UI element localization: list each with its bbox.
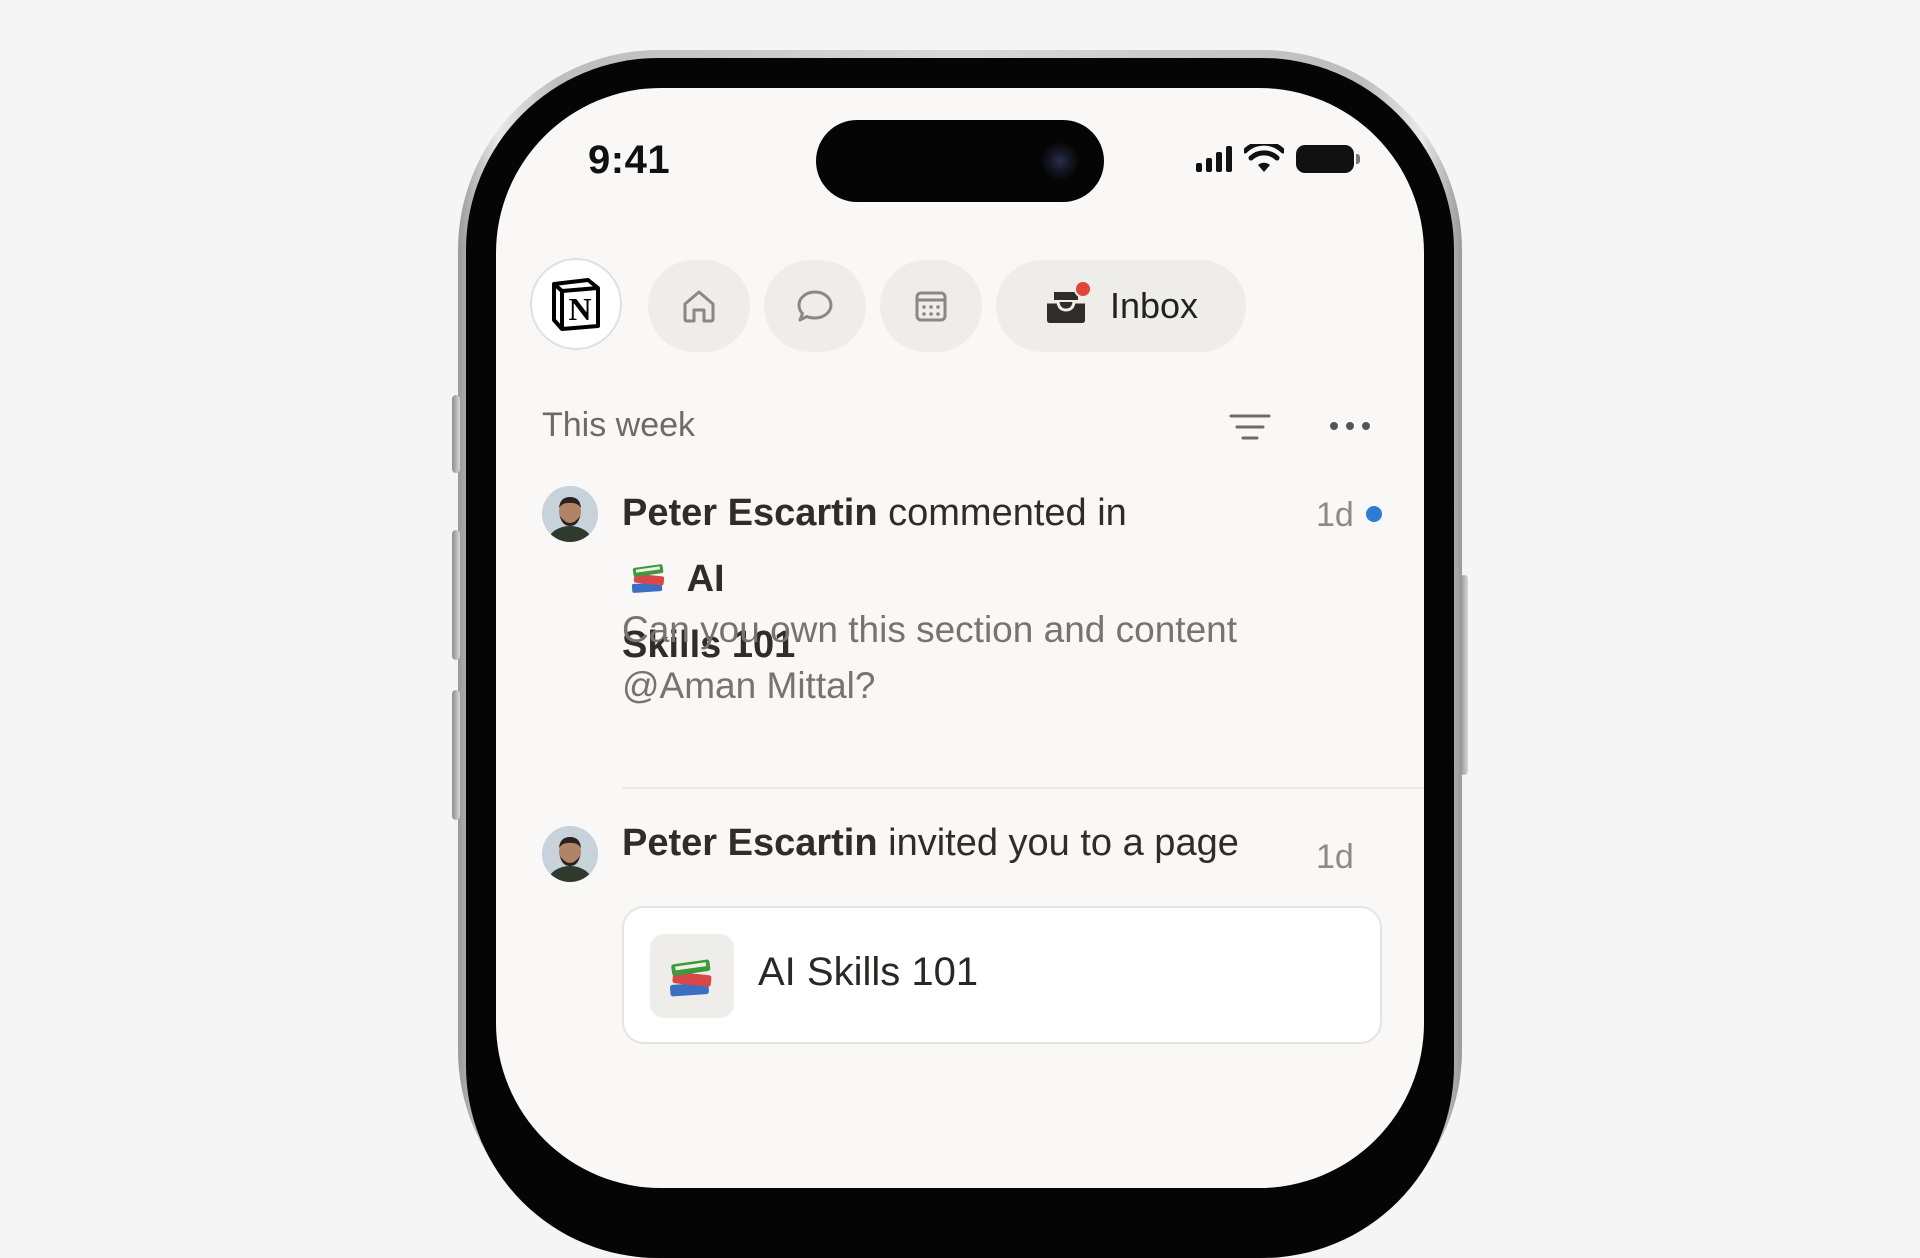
inbox-tab[interactable]: Inbox	[996, 260, 1246, 352]
wifi-icon	[1244, 144, 1284, 172]
actor-name: Peter Escartin	[622, 822, 878, 864]
avatar	[542, 826, 598, 882]
cellular-signal-icon	[1196, 146, 1232, 172]
chat-tab[interactable]	[764, 260, 866, 352]
battery-icon	[1296, 145, 1360, 173]
filter-icon	[1229, 414, 1271, 440]
page-card-title: AI Skills 101	[758, 950, 979, 994]
notification-time: 1d	[1316, 496, 1354, 534]
power-button	[1460, 575, 1468, 775]
comment-line-1: Can you own this section and content	[622, 609, 1237, 650]
filter-button[interactable]	[1228, 410, 1272, 451]
volume-up-button	[452, 530, 460, 660]
calendar-tab[interactable]	[880, 260, 982, 352]
workspace-logo-button[interactable]: N	[530, 258, 622, 350]
top-navigation: N Inbox	[530, 258, 1390, 354]
notification-time: 1d	[1316, 838, 1354, 876]
page-name[interactable]: AI	[687, 558, 725, 600]
books-emoji-icon	[631, 564, 665, 593]
dynamic-island	[816, 120, 1104, 202]
page-card[interactable]: AI Skills 101	[622, 906, 1382, 1044]
comment-text: Can you own this section and content @Am…	[622, 602, 1342, 714]
inbox-tray-icon	[1044, 280, 1092, 326]
notification-title: Peter Escartin invited you to a page	[622, 810, 1302, 876]
status-icons	[1196, 144, 1360, 174]
notification-action: commented in	[888, 492, 1127, 534]
home-tab[interactable]	[648, 260, 750, 352]
logo-letter: N	[568, 291, 591, 327]
volume-down-button	[452, 690, 460, 820]
front-camera	[1042, 143, 1078, 179]
notion-logo-icon: N	[552, 278, 600, 331]
comment-line-2: @Aman Mittal?	[622, 665, 876, 706]
home-icon	[683, 290, 715, 323]
avatar	[542, 486, 598, 542]
section-title: This week	[542, 406, 696, 444]
section-header: This week	[542, 398, 1382, 458]
notification-action: invited you to a page	[888, 822, 1239, 864]
unread-indicator	[1366, 506, 1382, 522]
books-emoji-icon	[670, 959, 712, 997]
inbox-label: Inbox	[1109, 285, 1199, 326]
inbox-badge	[1073, 280, 1092, 298]
more-options-icon[interactable]	[1330, 422, 1370, 430]
calendar-icon	[915, 291, 947, 322]
status-time: 9:41	[588, 138, 671, 182]
page-card-icon	[650, 934, 734, 1018]
actor-name: Peter Escartin	[622, 492, 878, 534]
chat-bubble-icon	[797, 290, 833, 322]
action-button	[452, 395, 460, 473]
divider	[622, 787, 1424, 789]
phone-screen: 9:41 N Inbox This week Peter Escartin co…	[496, 88, 1424, 1188]
